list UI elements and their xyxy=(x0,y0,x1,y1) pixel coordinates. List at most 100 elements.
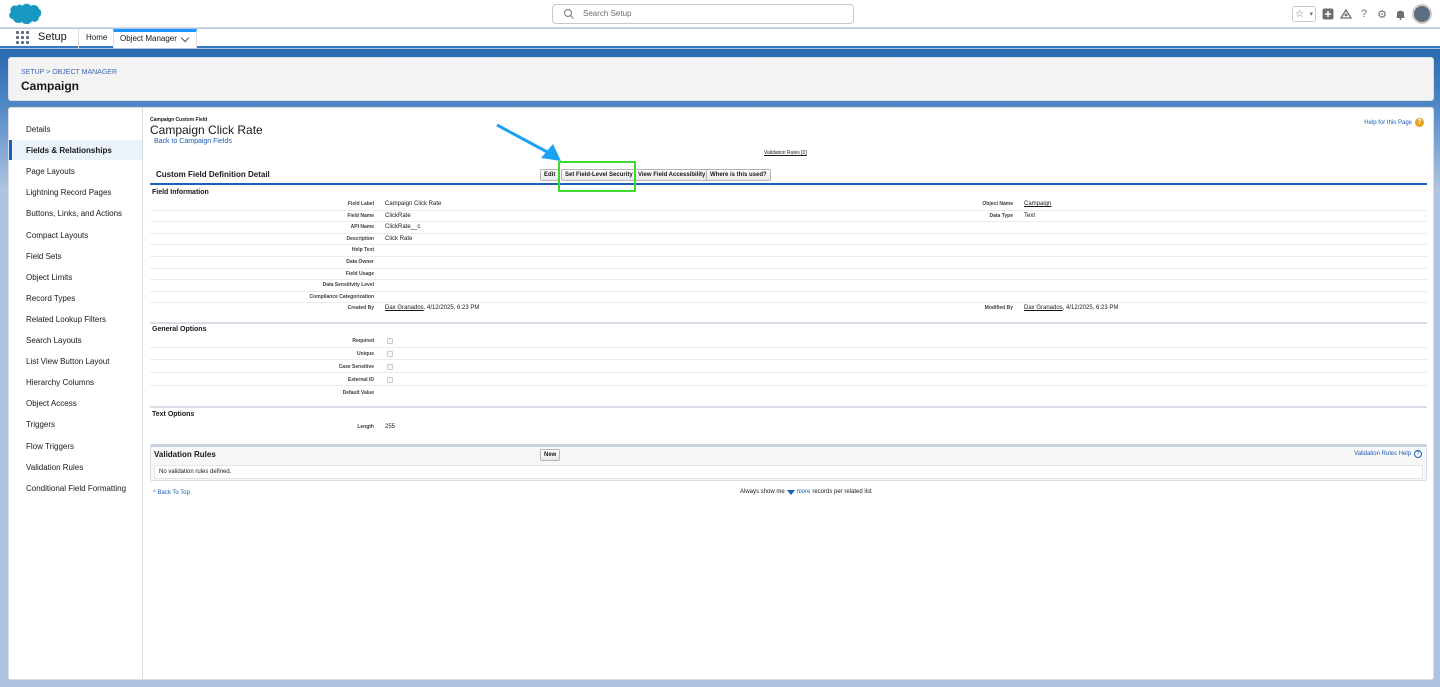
avatar[interactable] xyxy=(1412,4,1432,24)
length-value: 255 xyxy=(385,424,396,430)
created-by-value: Dax Granados, 4/12/2025, 6:23 PM xyxy=(385,305,479,311)
object-name-label: Object Name xyxy=(982,201,1013,207)
app-navigation: Setup Home Object Manager xyxy=(0,29,1440,48)
more-link[interactable]: more xyxy=(797,489,811,495)
field-row: Compliance Categorization xyxy=(150,292,1427,304)
field-row-value: Click Rate xyxy=(385,235,413,242)
nav-divider xyxy=(78,29,79,48)
sidebar-item-buttons-links-and-actions[interactable]: Buttons, Links, and Actions xyxy=(9,203,142,223)
sidebar-item-conditional-field-formatting[interactable]: Conditional Field Formatting xyxy=(9,478,142,498)
field-detail-content: Campaign Custom Field Campaign Click Rat… xyxy=(150,108,1434,679)
sidebar-item-object-access[interactable]: Object Access xyxy=(9,393,142,413)
sidebar-item-field-sets[interactable]: Field Sets xyxy=(9,246,142,266)
app-launcher-icon[interactable] xyxy=(16,31,29,44)
checkbox xyxy=(387,363,393,370)
length-label: Length xyxy=(357,424,374,430)
sidebar-item-flow-triggers[interactable]: Flow Triggers xyxy=(9,436,142,456)
app-name: Setup xyxy=(38,31,67,43)
option-label: External ID xyxy=(347,376,374,383)
option-label: Default Value xyxy=(342,389,374,396)
chevron-down-icon[interactable] xyxy=(180,33,190,43)
checkbox xyxy=(387,376,393,383)
field-row: Created By Dax Granados, 4/12/2025, 6:23 … xyxy=(150,303,1427,315)
gear-icon[interactable]: ⚙ xyxy=(1376,8,1388,21)
new-validation-rule-button[interactable]: New xyxy=(540,449,561,461)
validation-rules-related-list: Validation Rules New Validation Rules He… xyxy=(150,444,1427,481)
sidebar-item-search-layouts[interactable]: Search Layouts xyxy=(9,330,142,350)
general-options-title: General Options xyxy=(152,326,207,333)
where-is-this-used-button[interactable]: Where is this used? xyxy=(706,169,771,181)
tab-object-manager[interactable]: Object Manager xyxy=(113,29,197,48)
detail-title: Custom Field Definition Detail xyxy=(156,170,270,179)
field-row: Data Sensitivity Level xyxy=(150,280,1427,292)
option-label: Required xyxy=(352,338,374,344)
option-label: Unique xyxy=(357,350,374,357)
search-icon xyxy=(563,8,574,19)
view-field-accessibility-button[interactable]: View Field Accessibility xyxy=(634,169,710,181)
back-to-fields-link[interactable]: Back to Campaign Fields xyxy=(154,138,232,145)
created-by-date: , 4/12/2025, 6:23 PM xyxy=(423,305,480,312)
sidebar-item-list-view-button-layout[interactable]: List View Button Layout xyxy=(9,351,142,371)
field-row-label: Data Owner xyxy=(346,259,374,265)
object-header: SETUP > OBJECT MANAGER Campaign xyxy=(8,57,1434,101)
field-row-value: Campaign Click Rate xyxy=(385,201,442,207)
field-row-label: Compliance Categorization xyxy=(309,293,374,300)
option-row: Case Sensitive xyxy=(150,362,1427,374)
sidebar-item-hierarchy-columns[interactable]: Hierarchy Columns xyxy=(9,372,142,392)
help-icon: ? xyxy=(1414,450,1422,458)
sidebar-item-fields-relationships[interactable]: Fields & Relationships xyxy=(9,140,142,161)
sidebar: Details Fields & Relationships Page Layout… xyxy=(9,108,143,679)
created-by-user-link[interactable]: Dax Granados xyxy=(385,305,424,311)
sidebar-item-related-lookup-filters[interactable]: Related Lookup Filters xyxy=(9,309,142,329)
breadcrumb[interactable]: SETUP > OBJECT MANAGER xyxy=(21,69,117,76)
modified-by-user-link[interactable]: Dax Granados xyxy=(1024,305,1063,311)
validation-rules-title: Validation Rules xyxy=(154,450,216,459)
salesforce-logo-icon[interactable] xyxy=(8,3,42,25)
sidebar-item-object-limits[interactable]: Object Limits xyxy=(9,267,142,287)
back-to-top-link[interactable]: ^ Back To Top xyxy=(153,490,190,496)
modified-by-value: Dax Granados, 4/12/2025, 6:23 PM xyxy=(1024,305,1118,311)
sidebar-item-triggers[interactable]: Triggers xyxy=(9,414,142,434)
validation-rules-link[interactable]: Validation Rules [0] xyxy=(764,150,807,156)
option-row: Default Value xyxy=(150,388,1427,400)
star-icon: ☆ xyxy=(1295,8,1304,20)
search-input[interactable]: Search Setup xyxy=(552,4,854,24)
favorites-button[interactable]: ☆ ▾ xyxy=(1292,6,1316,22)
validation-rules-help-link[interactable]: Validation Rules Help ? xyxy=(1354,450,1422,458)
caret-down-icon[interactable] xyxy=(786,489,795,495)
bell-icon[interactable] xyxy=(1394,8,1406,20)
field-row-value: ClickRate xyxy=(385,212,411,219)
page-title: Campaign xyxy=(21,79,80,93)
help-for-page-link[interactable]: Help for this Page ? xyxy=(1364,118,1424,127)
field-row: API Name ClickRate__c xyxy=(150,222,1427,234)
help-icon[interactable]: ? xyxy=(1358,8,1370,20)
modified-by-label: Modified By xyxy=(984,305,1013,312)
sidebar-item-record-types[interactable]: Record Types xyxy=(9,288,142,308)
field-row-label: Help Text xyxy=(351,247,374,254)
add-icon[interactable] xyxy=(1322,8,1334,20)
field-row-value: ClickRate__c xyxy=(385,224,421,231)
edit-button[interactable]: Edit xyxy=(540,169,560,181)
option-row: Required xyxy=(150,336,1427,348)
object-name-value[interactable]: Campaign xyxy=(1024,201,1051,207)
help-icon: ? xyxy=(1415,118,1424,127)
sidebar-item-compact-layouts[interactable]: Compact Layouts xyxy=(9,225,142,245)
tab-home[interactable]: Home xyxy=(86,33,107,42)
trailhead-icon[interactable] xyxy=(1340,8,1352,20)
data-type-value: Text xyxy=(1024,212,1036,219)
help-for-page-label: Help for this Page xyxy=(1364,119,1412,126)
checkbox xyxy=(387,350,393,357)
empty-state: No validation rules defined. xyxy=(154,465,1423,479)
header-icons: ☆ ▾ ? ⚙ xyxy=(1292,3,1432,25)
sidebar-item-page-layouts[interactable]: Page Layouts xyxy=(9,161,142,181)
field-row-label: Data Sensitivity Level xyxy=(322,282,374,289)
sidebar-item-details[interactable]: Details xyxy=(9,119,142,139)
annotation-arrow-icon xyxy=(496,123,561,161)
sidebar-item-lightning-record-pages[interactable]: Lightning Record Pages xyxy=(9,182,142,202)
always-show-label: Always show me xyxy=(740,489,785,495)
checkbox xyxy=(387,338,393,344)
text-options-title: Text Options xyxy=(152,411,195,418)
option-row: Unique xyxy=(150,349,1427,361)
sidebar-item-validation-rules[interactable]: Validation Rules xyxy=(9,457,142,477)
field-title: Campaign Click Rate xyxy=(150,123,263,137)
